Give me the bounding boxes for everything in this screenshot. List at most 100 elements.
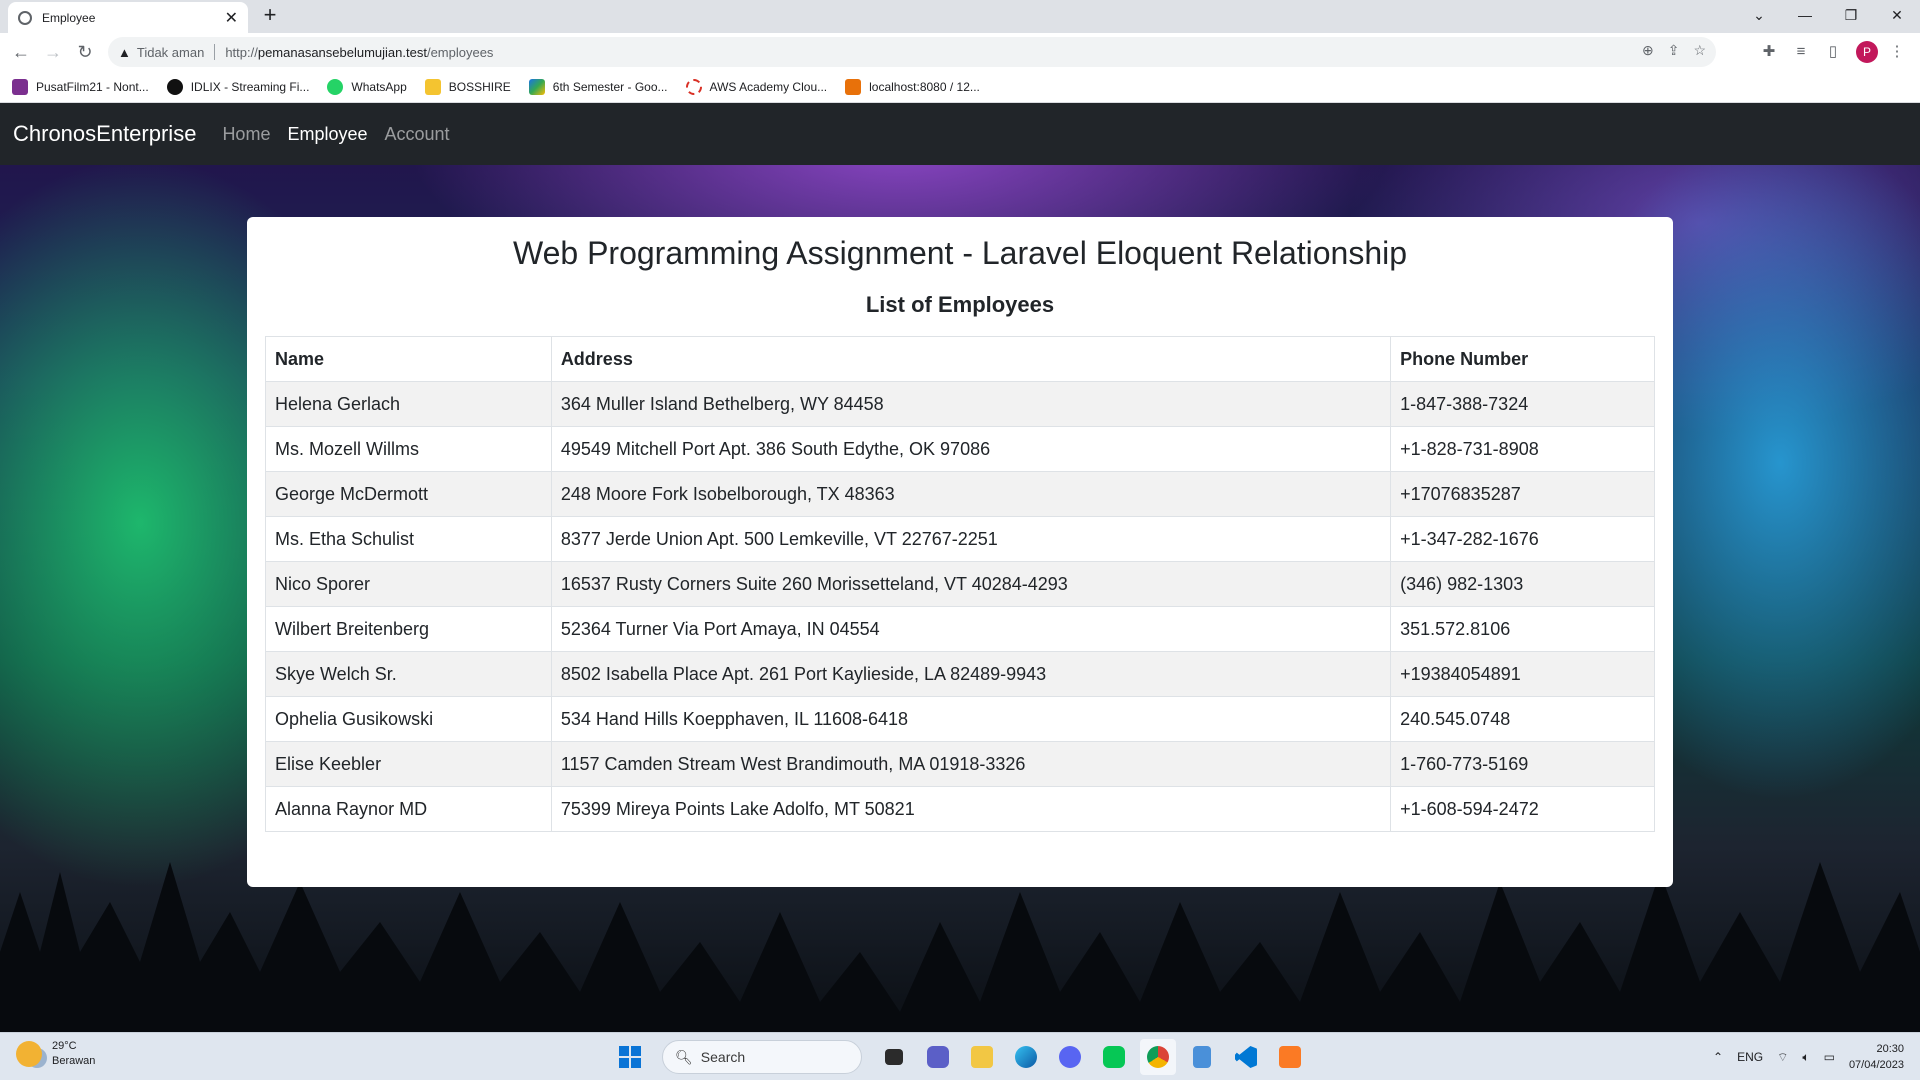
notepad-app[interactable] [1184,1039,1220,1075]
search-label: Search [700,1049,746,1065]
column-header-name: Name [265,336,552,382]
cell-address: 16537 Rusty Corners Suite 260 Morissette… [550,561,1392,607]
restore-button[interactable]: ❐ [1828,0,1874,30]
file-explorer-app[interactable] [964,1039,1000,1075]
cell-name: Elise Keebler [265,741,552,787]
cell-phone: (346) 982-1303 [1390,561,1655,607]
chevron-up-icon[interactable]: ⌃ [1713,1050,1723,1064]
new-tab-button[interactable]: + [258,4,282,28]
cell-name: George McDermott [265,471,552,517]
cell-address: 75399 Mireya Points Lake Adolfo, MT 5082… [550,786,1392,832]
system-tray: ⌃ ENG ⌔ 🔈︎ ▭ 20:30 07/04/2023 [1713,1041,1904,1073]
cell-phone: 351.572.8106 [1390,606,1655,652]
whatsapp-icon [327,78,344,95]
cell-phone: +1-347-282-1676 [1390,516,1655,562]
reload-button[interactable]: ↻ [73,40,97,64]
taskbar-search[interactable]: 🔍︎ Search [662,1040,862,1074]
menu-icon[interactable]: ⋮ [1886,41,1908,63]
cell-address: 49549 Mitchell Port Apt. 386 South Edyth… [550,426,1392,472]
folder-icon [424,78,441,95]
bookmark-item[interactable]: localhost:8080 / 12... [845,78,980,95]
volume-icon[interactable]: 🔈︎ [1802,1050,1809,1065]
cell-address: 1157 Camden Stream West Brandimouth, MA … [550,741,1392,787]
xampp-icon [1279,1046,1301,1068]
tab-search-icon[interactable]: ⌄ [1736,0,1782,30]
column-header-address: Address [550,336,1392,382]
table-row: Wilbert Breitenberg 52364 Turner Via Port… [265,606,1655,652]
web-page: ChronosEnterprise Home Employee Account … [0,103,1920,1032]
language-indicator[interactable]: ENG [1737,1050,1763,1064]
clock[interactable]: 20:30 07/04/2023 [1849,1041,1904,1073]
discord-icon [1059,1046,1081,1068]
clock-date: 07/04/2023 [1848,1059,1904,1071]
nav-employee[interactable]: Employee [287,124,367,145]
start-button[interactable] [612,1039,648,1075]
zoom-icon[interactable]: ⊕ [1642,42,1654,59]
share-icon[interactable]: ⇪ [1668,42,1680,59]
chrome-app[interactable] [1140,1039,1176,1075]
table-row: Ophelia Gusikowski 534 Hand Hills Koeppha… [265,696,1655,742]
wifi-icon[interactable]: ⌔ [1777,1050,1788,1065]
weather-cloudy-icon [16,1041,42,1067]
xampp-app[interactable] [1272,1039,1308,1075]
cell-address: 52364 Turner Via Port Amaya, IN 04554 [550,606,1392,652]
minimize-button[interactable]: — [1782,0,1828,30]
address-bar[interactable]: ▲ Tidak aman http://pemanasansebelumujia… [108,37,1716,67]
cell-name: Skye Welch Sr. [265,651,552,697]
bookmarks-bar: PusatFilm21 - Nont... IDLIX - Streaming … [0,71,1920,103]
bookmark-item[interactable]: 6th Semester - Goo... [528,78,668,95]
bookmark-item[interactable]: AWS Academy Clou... [685,78,827,95]
bookmark-item[interactable]: PusatFilm21 - Nont... [12,78,149,95]
bookmark-item[interactable]: IDLIX - Streaming Fi... [166,78,309,95]
back-button[interactable]: ← [9,40,33,64]
line-icon [1103,1046,1125,1068]
task-view-button[interactable] [876,1039,912,1075]
column-header-phone: Phone Number [1390,336,1655,382]
page-title: Web Programming Assignment - Laravel Elo… [512,235,1408,271]
site-brand[interactable]: ChronosEnterprise [13,121,196,147]
vscode-app[interactable] [1228,1039,1264,1075]
table-row: Ms. Mozell Willms 49549 Mitchell Port Apt… [265,426,1655,472]
chat-app[interactable] [920,1039,956,1075]
cell-name: Helena Gerlach [265,381,552,427]
bookmark-item[interactable]: BOSSHIRE [424,78,511,95]
chrome-icon [1147,1046,1169,1068]
security-label[interactable]: Tidak aman [137,45,204,60]
line-app[interactable] [1096,1039,1132,1075]
tab-title: Employee [42,10,96,25]
employees-table: Name Address Phone Number Helena Gerlach… [265,336,1655,832]
bookmark-favicon-icon [166,78,183,95]
browser-tabstrip: Employee ✕ + ⌄ — ❐ ✕ [0,0,1920,33]
search-icon: 🔍︎ [675,1048,693,1065]
discord-app[interactable] [1052,1039,1088,1075]
taskbar-apps: 🔍︎ Search [612,1039,1308,1075]
profile-avatar[interactable]: P [1856,41,1878,63]
close-tab-icon[interactable]: ✕ [225,8,238,28]
star-icon[interactable]: ☆ [1693,42,1706,59]
cell-address: 248 Moore Fork Isobelborough, TX 48363 [550,471,1392,517]
media-icon[interactable]: ≡ [1790,41,1812,63]
table-row: Nico Sporer 16537 Rusty Corners Suite 260… [265,561,1655,607]
warning-icon[interactable]: ▲ [118,45,131,60]
chat-icon [927,1046,949,1068]
nav-account[interactable]: Account [385,124,450,145]
table-row: Ms. Etha Schulist 8377 Jerde Union Apt. 5… [265,516,1655,562]
cell-name: Alanna Raynor MD [265,786,552,832]
url-protocol: http:// [225,44,258,60]
side-panel-icon[interactable]: ▯ [1822,41,1844,63]
battery-icon[interactable]: ▭ [1824,1050,1835,1064]
browser-tab[interactable]: Employee ✕ [8,2,248,33]
cell-phone: 1-847-388-7324 [1390,381,1655,427]
extensions-icon[interactable]: ✚ [1758,41,1780,63]
close-window-button[interactable]: ✕ [1874,0,1920,30]
cell-phone: 1-760-773-5169 [1390,741,1655,787]
aws-icon [685,78,702,95]
edge-app[interactable] [1008,1039,1044,1075]
forward-button[interactable]: → [41,40,65,64]
url-path: /employees [426,44,494,60]
cell-name: Ms. Etha Schulist [265,516,552,562]
nav-home[interactable]: Home [222,124,270,145]
cell-name: Nico Sporer [265,561,552,607]
weather-widget[interactable]: 29°C Berawan [16,1039,95,1069]
bookmark-item[interactable]: WhatsApp [327,78,407,95]
